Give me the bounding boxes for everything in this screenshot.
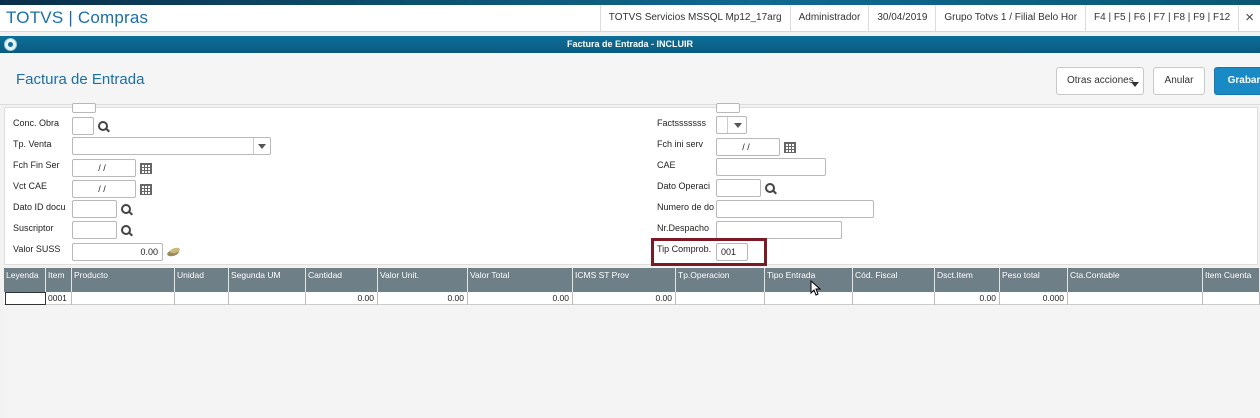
grid-cell[interactable]	[5, 292, 46, 305]
numero-de-do-label: Numero de do	[657, 202, 715, 212]
environment-label[interactable]: TOTVS Servicios MSSQL Mp12_17arg	[599, 5, 790, 31]
fch-fin-ser-label: Fch Fin Ser	[13, 160, 60, 170]
suscriptor-label: Suscriptor	[13, 223, 54, 233]
column-header[interactable]: Item Cuenta	[1203, 268, 1260, 292]
valor-suss-label: Valor SUSS	[13, 244, 61, 254]
cancel-button[interactable]: Anular	[1153, 67, 1205, 95]
grid-cell[interactable]: 0.00	[468, 292, 573, 305]
page-title: Factura de Entrada	[16, 71, 145, 88]
date-label[interactable]: 30/04/2019	[868, 5, 935, 31]
scrolled-field-left[interactable]	[72, 103, 96, 113]
grid-cell[interactable]	[72, 292, 175, 305]
other-actions-button[interactable]: Otras acciones	[1056, 67, 1144, 95]
column-header[interactable]: Cta.Contable	[1068, 268, 1203, 292]
grid-cell[interactable]	[175, 292, 229, 305]
column-header[interactable]: Item	[46, 268, 72, 292]
group-label[interactable]: Grupo Totvs 1 / Filial Belo Hor	[935, 5, 1085, 31]
search-icon[interactable]	[121, 204, 133, 216]
column-header[interactable]: Peso total	[1000, 268, 1068, 292]
header-form: Conc. Obra Tp. Venta Fch Fin Ser / / Vct…	[4, 103, 1258, 266]
chevron-down-icon[interactable]	[734, 123, 742, 128]
save-button[interactable]: Grabar	[1214, 67, 1260, 95]
scrolled-field-right[interactable]	[716, 103, 740, 113]
column-header[interactable]: Cantidad	[306, 268, 378, 292]
fch-ini-serv-input[interactable]: / /	[716, 138, 780, 156]
cae-label: CAE	[657, 160, 676, 170]
dato-id-docu-input[interactable]	[72, 200, 117, 218]
vct-cae-label: Vct CAE	[13, 181, 48, 191]
close-icon[interactable]: ×	[1238, 5, 1260, 31]
grid-cell[interactable]: 0.00	[378, 292, 468, 305]
session-info: TOTVS Servicios MSSQL Mp12_17arg Adminis…	[599, 5, 1260, 31]
grid-cell[interactable]: 0.00	[573, 292, 676, 305]
calendar-icon[interactable]	[784, 142, 796, 153]
panel-header: Factura de Entrada Otras acciones Anular…	[0, 53, 1260, 105]
column-header[interactable]: Producto	[72, 268, 175, 292]
column-header[interactable]: Unidad	[175, 268, 229, 292]
conc-obra-input[interactable]	[72, 117, 94, 135]
grid-cell[interactable]: 0.00	[935, 292, 1000, 305]
grid-cell[interactable]	[229, 292, 306, 305]
grid-cell[interactable]	[853, 292, 935, 305]
brand-separator: |	[68, 8, 73, 27]
column-header[interactable]: Segunda UM	[229, 268, 306, 292]
table-row[interactable]: 0001 0.00 0.00 0.00 0.00 0.00 0.000	[4, 292, 1260, 305]
calendar-icon[interactable]	[140, 163, 152, 174]
user-label[interactable]: Administrador	[789, 5, 869, 31]
window-title: Factura de Entrada - INCLUIR	[566, 39, 694, 49]
column-header[interactable]: Leyenda	[4, 268, 46, 292]
dropdown-divider	[727, 117, 728, 133]
dato-id-docu-label: Dato ID docu	[13, 202, 66, 212]
window-title-bar: Factura de Entrada - INCLUIR	[0, 36, 1260, 53]
fch-fin-ser-input[interactable]: / /	[72, 159, 136, 177]
column-header[interactable]: Cód. Fiscal	[853, 268, 935, 292]
dropdown-divider	[253, 138, 254, 154]
numero-de-do-input[interactable]	[716, 200, 874, 218]
coins-icon[interactable]	[167, 248, 181, 257]
factsssss-select[interactable]	[716, 116, 747, 134]
valor-suss-input[interactable]: 0.00	[72, 243, 163, 261]
cae-input[interactable]	[716, 158, 826, 176]
dato-operaci-label: Dato Operaci	[657, 181, 711, 191]
items-grid: Leyenda Item Producto Unidad Segunda UM …	[4, 268, 1260, 418]
other-actions-label: Otras acciones	[1067, 75, 1134, 86]
nr-despacho-input[interactable]	[716, 221, 842, 239]
grid-cell[interactable]	[676, 292, 765, 305]
calendar-icon[interactable]	[140, 184, 152, 195]
highlight-box	[651, 238, 767, 266]
search-icon[interactable]	[765, 183, 777, 195]
grid-cell[interactable]: 0001	[46, 292, 72, 305]
column-header[interactable]: Dsct.Item	[935, 268, 1000, 292]
fch-ini-serv-label: Fch ini serv	[657, 139, 704, 149]
suscriptor-input[interactable]	[72, 221, 117, 239]
grid-cell[interactable]	[765, 292, 853, 305]
column-header[interactable]: Tipo Entrada	[765, 268, 853, 292]
chevron-down-icon	[1131, 82, 1139, 87]
dato-operaci-input[interactable]	[716, 179, 761, 197]
search-icon[interactable]	[121, 225, 133, 237]
nr-despacho-label: Nr.Despacho	[657, 223, 710, 233]
grid-cell[interactable]: 0.00	[306, 292, 378, 305]
grid-cell[interactable]: 0.000	[1000, 292, 1068, 305]
vct-cae-input[interactable]: / /	[72, 180, 136, 198]
column-header[interactable]: Valor Total	[468, 268, 573, 292]
column-header[interactable]: ICMS ST Prov	[573, 268, 676, 292]
app-header: TOTVS | Compras TOTVS Servicios MSSQL Mp…	[0, 5, 1260, 32]
shortcuts-label[interactable]: F4 | F5 | F6 | F7 | F8 | F9 | F12	[1085, 5, 1238, 31]
grid-cell[interactable]	[1203, 292, 1260, 305]
tp-venta-select[interactable]	[72, 137, 271, 155]
factsssss-label: Factsssssss	[657, 118, 707, 128]
brand-name: TOTVS	[6, 8, 64, 27]
conc-obra-label: Conc. Obra	[13, 118, 60, 128]
chevron-down-icon[interactable]	[258, 144, 266, 149]
column-header[interactable]: Tp.Operacion	[676, 268, 765, 292]
grid-cell[interactable]	[1068, 292, 1203, 305]
module-name: Compras	[77, 8, 149, 27]
grid-header: Leyenda Item Producto Unidad Segunda UM …	[4, 268, 1260, 292]
search-icon[interactable]	[98, 121, 110, 133]
tp-venta-label: Tp. Venta	[13, 139, 52, 149]
app-brand: TOTVS | Compras	[6, 8, 148, 28]
column-header[interactable]: Valor Unit.	[378, 268, 468, 292]
